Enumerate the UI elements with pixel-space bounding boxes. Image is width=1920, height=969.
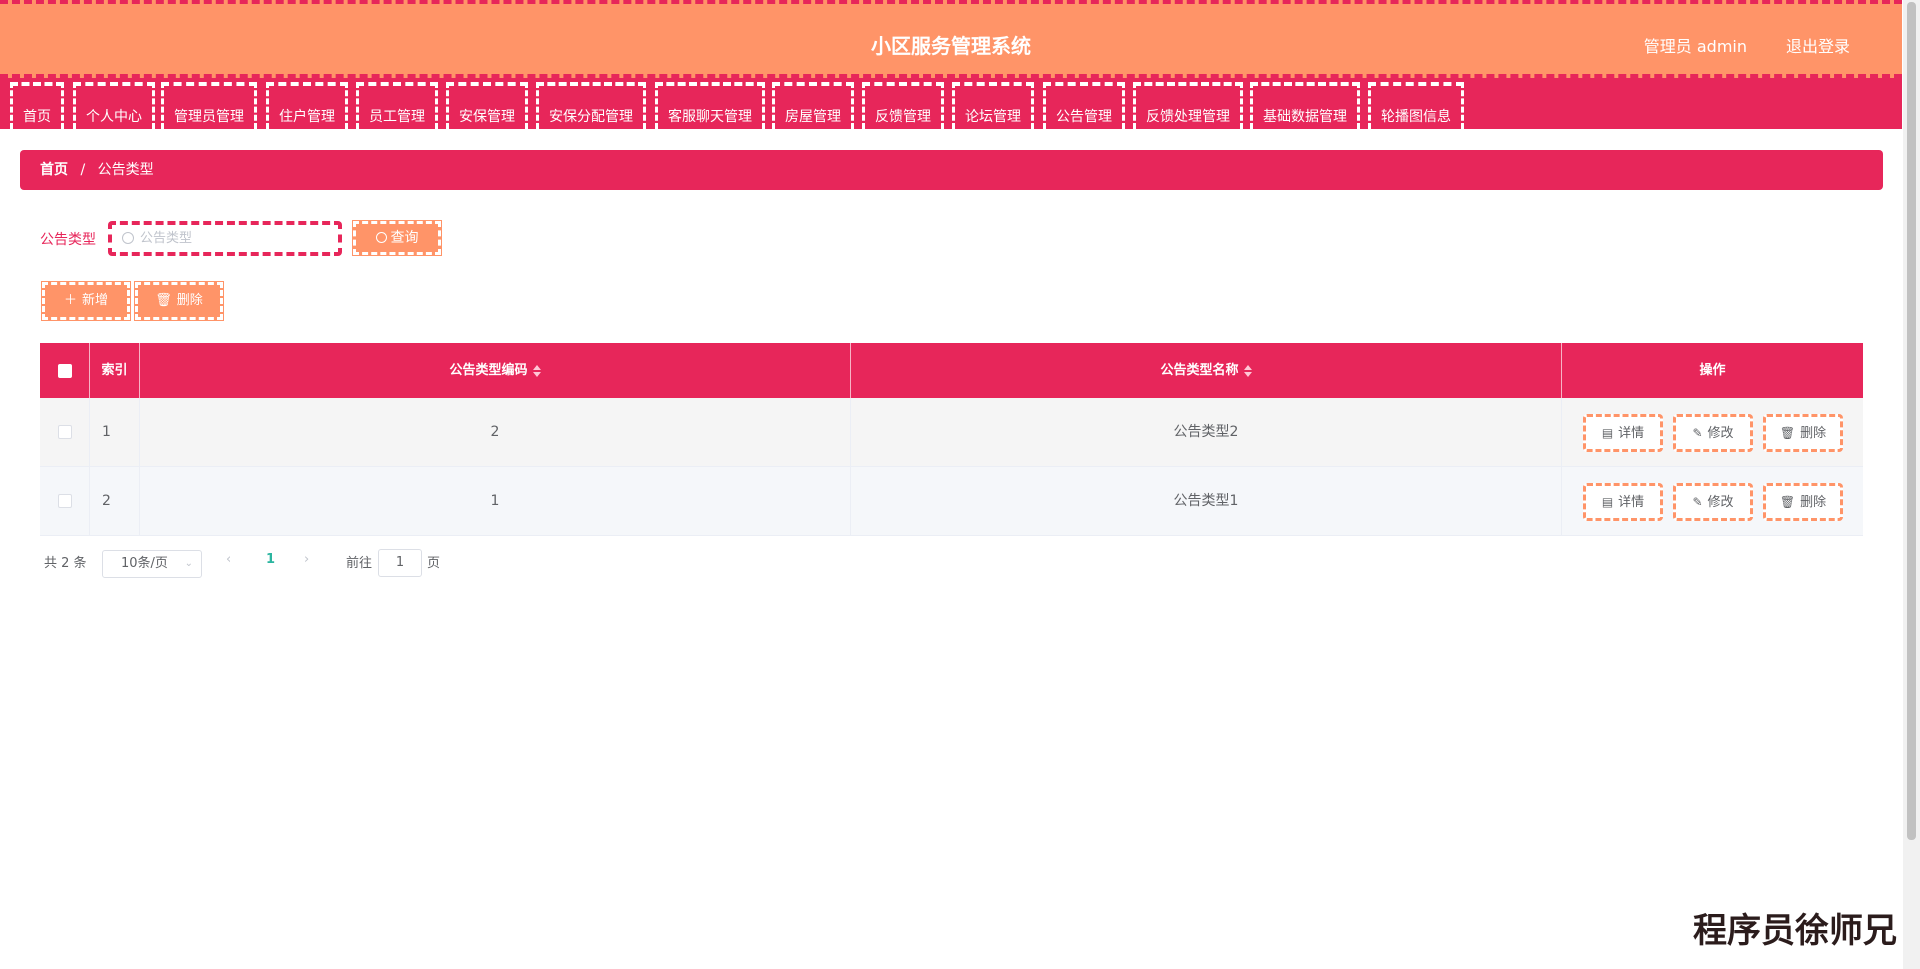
scrollbar-thumb[interactable] — [1907, 2, 1916, 840]
watermark-text: 程序员徐师兄 — [1693, 911, 1897, 951]
column-header-ops: 操作 — [1699, 363, 1726, 378]
search-input-box[interactable] — [108, 221, 342, 256]
breadcrumb-home[interactable]: 首页 — [40, 162, 68, 178]
next-page-icon[interactable]: › — [304, 552, 309, 567]
app-title: 小区服务管理系统 — [871, 34, 1031, 58]
delete-button[interactable]: 🗑 删除 — [1763, 483, 1843, 521]
page-size-value: 10条/页 — [121, 556, 168, 571]
column-header-name-label: 公告类型名称 — [1160, 363, 1239, 378]
nav-item-base-data[interactable]: 基础数据管理 — [1250, 82, 1360, 129]
document-icon: ▤ — [1601, 426, 1614, 440]
cell-index: 1 — [90, 398, 140, 467]
nav-item-chat[interactable]: 客服聊天管理 — [655, 82, 765, 129]
cell-code: 1 — [140, 467, 851, 536]
nav-item-security-assign[interactable]: 安保分配管理 — [536, 82, 646, 129]
column-header-code[interactable]: 公告类型编码 — [140, 343, 851, 398]
search-icon — [122, 232, 134, 244]
table-header: 索引 公告类型编码 公告类型名称 操作 — [40, 343, 1863, 398]
pagination-total: 共 2 条 — [44, 556, 87, 571]
edit-button[interactable]: ✎ 修改 — [1673, 414, 1753, 452]
search-icon — [375, 232, 387, 243]
nav-item-staff[interactable]: 员工管理 — [356, 82, 438, 129]
cell-index: 2 — [90, 467, 140, 536]
current-user: 管理员 admin — [1643, 37, 1747, 56]
document-icon: ▤ — [1601, 495, 1614, 509]
cell-name: 公告类型2 — [851, 398, 1562, 467]
sort-icon[interactable] — [532, 364, 541, 377]
nav-item-profile[interactable]: 个人中心 — [73, 82, 155, 129]
app-header: 小区服务管理系统 管理员 admin 退出登录 — [0, 0, 1902, 78]
column-header-index: 索引 — [90, 343, 140, 398]
goto-suffix: 页 — [427, 556, 441, 571]
page-number-current[interactable]: 1 — [266, 552, 275, 567]
column-header-code-label: 公告类型编码 — [449, 363, 528, 378]
nav-item-feedback-process[interactable]: 反馈处理管理 — [1133, 82, 1243, 129]
detail-button[interactable]: ▤ 详情 — [1583, 483, 1663, 521]
table-row: 1 2 公告类型2 ▤ 详情 ✎ 修改 🗑 删除 — [40, 398, 1863, 467]
select-all-checkbox[interactable] — [57, 363, 72, 378]
goto-prefix: 前往 — [346, 556, 373, 571]
detail-label: 详情 — [1618, 426, 1645, 441]
query-button-label: 查询 — [390, 230, 419, 246]
nav-item-notice[interactable]: 公告管理 — [1043, 82, 1125, 129]
batch-delete-button[interactable]: 🗑 删除 — [134, 281, 224, 321]
search-label: 公告类型 — [40, 232, 96, 248]
breadcrumb: 首页 / 公告类型 — [20, 150, 1883, 190]
nav-item-feedback[interactable]: 反馈管理 — [862, 82, 944, 129]
cell-ops: ▤ 详情 ✎ 修改 🗑 删除 — [1562, 467, 1863, 536]
edit-label: 修改 — [1707, 426, 1734, 441]
goto-page-input[interactable]: 1 — [378, 549, 422, 577]
edit-label: 修改 — [1707, 495, 1734, 510]
nav-item-security[interactable]: 安保管理 — [446, 82, 528, 129]
column-header-name[interactable]: 公告类型名称 — [851, 343, 1562, 398]
sort-icon[interactable] — [1243, 364, 1252, 377]
nav-item-forum[interactable]: 论坛管理 — [952, 82, 1034, 129]
cell-name: 公告类型1 — [851, 467, 1562, 536]
row-checkbox[interactable] — [57, 494, 72, 508]
cell-code: 2 — [140, 398, 851, 467]
prev-page-icon[interactable]: ‹ — [226, 552, 231, 567]
delete-button[interactable]: 🗑 删除 — [1763, 414, 1843, 452]
logout-link[interactable]: 退出登录 — [1786, 33, 1850, 57]
table-row: 2 1 公告类型1 ▤ 详情 ✎ 修改 🗑 删除 — [40, 467, 1863, 536]
vertical-scrollbar[interactable] — [1903, 0, 1920, 969]
nav-item-residents[interactable]: 住户管理 — [266, 82, 348, 129]
plus-icon: ＋ — [63, 293, 77, 308]
detail-button[interactable]: ▤ 详情 — [1583, 414, 1663, 452]
trash-icon: 🗑 — [1779, 495, 1796, 509]
nav-item-home[interactable]: 首页 — [10, 82, 64, 129]
breadcrumb-separator: / — [80, 162, 86, 178]
add-button-label: 新增 — [82, 293, 109, 308]
search-input[interactable] — [140, 228, 330, 248]
page-size-select[interactable]: 10条/页 ⌄ — [102, 550, 202, 578]
trash-icon: 🗑 — [155, 293, 172, 308]
edit-icon: ✎ — [1692, 495, 1703, 509]
data-table: 索引 公告类型编码 公告类型名称 操作 1 2 公告类型2 ▤ 详情 ✎ 修改 🗑 删… — [40, 343, 1863, 536]
select-all-cell — [40, 343, 90, 398]
chevron-down-icon: ⌄ — [184, 558, 193, 569]
breadcrumb-current: 公告类型 — [97, 162, 154, 178]
delete-label: 删除 — [1800, 495, 1827, 510]
row-select-cell — [40, 398, 90, 467]
nav-item-carousel[interactable]: 轮播图信息 — [1368, 82, 1464, 129]
add-button[interactable]: ＋ 新增 — [41, 281, 131, 321]
edit-button[interactable]: ✎ 修改 — [1673, 483, 1753, 521]
main-nav: 首页 个人中心 管理员管理 住户管理 员工管理 安保管理 安保分配管理 客服聊天… — [0, 78, 1902, 129]
edit-icon: ✎ — [1692, 426, 1703, 440]
delete-label: 删除 — [1800, 426, 1827, 441]
row-select-cell — [40, 467, 90, 536]
detail-label: 详情 — [1618, 495, 1645, 510]
query-button[interactable]: 查询 — [352, 220, 442, 256]
cell-ops: ▤ 详情 ✎ 修改 🗑 删除 — [1562, 398, 1863, 467]
batch-delete-label: 删除 — [176, 293, 203, 308]
nav-item-housing[interactable]: 房屋管理 — [772, 82, 854, 129]
row-checkbox[interactable] — [57, 425, 72, 439]
trash-icon: 🗑 — [1779, 426, 1796, 440]
nav-item-admin[interactable]: 管理员管理 — [161, 82, 257, 129]
